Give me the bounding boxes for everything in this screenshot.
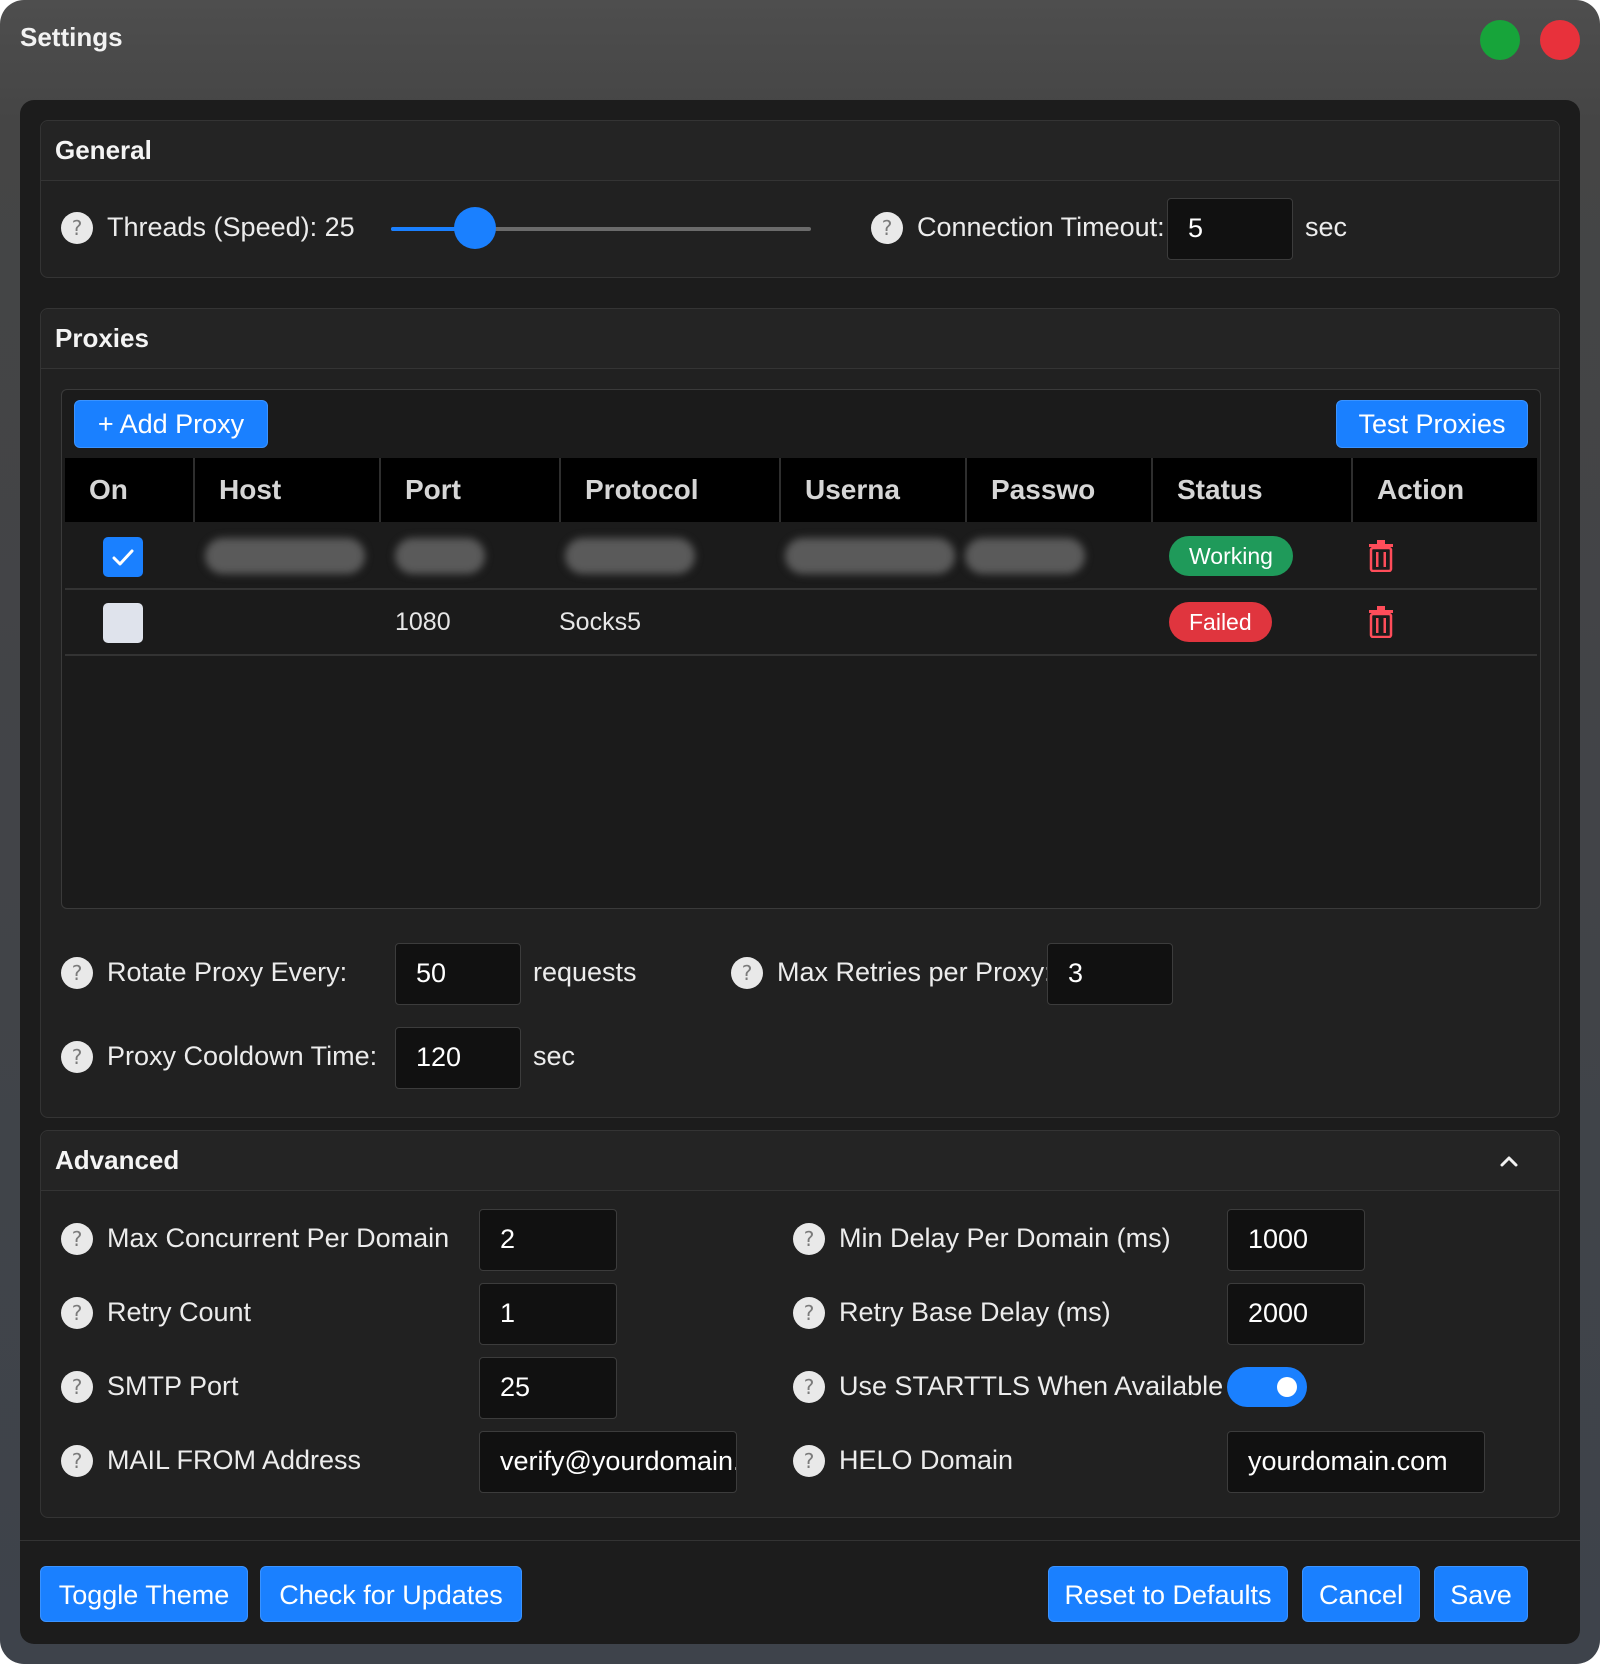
help-icon[interactable]: ? xyxy=(61,1297,93,1329)
column-header-status[interactable]: Status xyxy=(1153,458,1353,522)
proxy-enabled-checkbox[interactable] xyxy=(103,603,143,643)
threads-label: Threads (Speed): 25 xyxy=(107,212,355,242)
rotate-input[interactable]: 50 xyxy=(395,943,521,1005)
helo-label: HELO Domain xyxy=(839,1445,1014,1475)
trash-icon[interactable] xyxy=(1368,606,1394,638)
trash-icon[interactable] xyxy=(1368,540,1394,572)
proxy-enabled-checkbox[interactable] xyxy=(103,537,143,577)
max-retries-input[interactable]: 3 xyxy=(1047,943,1173,1005)
help-icon[interactable]: ? xyxy=(793,1223,825,1255)
max-concurrent-label: Max Concurrent Per Domain xyxy=(107,1223,450,1253)
max-retries-label: Max Retries per Proxy: xyxy=(777,957,1052,987)
add-proxy-button[interactable]: + Add Proxy xyxy=(74,400,268,448)
help-icon[interactable]: ? xyxy=(61,1371,93,1403)
column-header-on[interactable]: On xyxy=(65,458,195,522)
check-icon xyxy=(112,549,134,566)
redacted-host xyxy=(205,538,365,574)
status-badge: Failed xyxy=(1169,602,1272,642)
help-icon[interactable]: ? xyxy=(793,1445,825,1477)
help-icon[interactable]: ? xyxy=(61,212,93,244)
smtp-port-label: SMTP Port xyxy=(107,1371,239,1401)
help-icon[interactable]: ? xyxy=(61,1445,93,1477)
column-header-action[interactable]: Action xyxy=(1353,458,1537,522)
window-title: Settings xyxy=(20,22,123,52)
close-button[interactable] xyxy=(1540,20,1580,60)
column-header-host[interactable]: Host xyxy=(195,458,381,522)
general-title: General xyxy=(55,135,152,165)
mail-from-input[interactable]: verify@yourdomain.com xyxy=(479,1431,737,1493)
retry-base-label: Retry Base Delay (ms) xyxy=(839,1297,1111,1327)
help-icon[interactable]: ? xyxy=(731,957,763,989)
advanced-section: Advanced ? Max Concurrent Per Domain 2 ?… xyxy=(40,1130,1560,1518)
general-header: General xyxy=(41,121,1559,181)
max-concurrent-input[interactable]: 2 xyxy=(479,1209,617,1271)
timeout-unit: sec xyxy=(1305,212,1348,242)
help-icon[interactable]: ? xyxy=(61,1041,93,1073)
redacted-port xyxy=(395,538,485,574)
smtp-port-input[interactable]: 25 xyxy=(479,1357,617,1419)
retry-count-input[interactable]: 1 xyxy=(479,1283,617,1345)
advanced-header[interactable]: Advanced xyxy=(41,1131,1559,1191)
maximize-button[interactable] xyxy=(1480,20,1520,60)
timeout-input[interactable]: 5 xyxy=(1167,198,1293,260)
column-header-password[interactable]: Passwo xyxy=(967,458,1153,522)
settings-panel: General ? Threads (Speed): 25 ? Connecti… xyxy=(20,100,1580,1644)
settings-window: Settings General ? Threads (Speed): 25 ?… xyxy=(0,0,1600,1664)
proxy-protocol: Socks5 xyxy=(559,608,641,636)
toggle-theme-button[interactable]: Toggle Theme xyxy=(40,1566,248,1622)
status-badge: Working xyxy=(1169,536,1293,576)
cooldown-label: Proxy Cooldown Time: xyxy=(107,1041,378,1071)
help-icon[interactable]: ? xyxy=(793,1297,825,1329)
starttls-label: Use STARTTLS When Available xyxy=(839,1371,1224,1401)
cooldown-input[interactable]: 120 xyxy=(395,1027,521,1089)
threads-slider[interactable] xyxy=(391,207,811,249)
chevron-up-icon[interactable] xyxy=(1497,1151,1521,1171)
redacted-username xyxy=(785,538,955,574)
table-header: On Host Port Protocol Userna Passwo Stat… xyxy=(65,458,1537,522)
timeout-label: Connection Timeout: xyxy=(917,212,1165,242)
retry-base-input[interactable]: 2000 xyxy=(1227,1283,1365,1345)
rotate-unit: requests xyxy=(533,957,637,987)
redacted-password xyxy=(965,538,1085,574)
reset-defaults-button[interactable]: Reset to Defaults xyxy=(1048,1566,1288,1622)
proxies-section: Proxies + Add Proxy Test Proxies On Host… xyxy=(40,308,1560,1118)
help-icon[interactable]: ? xyxy=(61,957,93,989)
test-proxies-button[interactable]: Test Proxies xyxy=(1336,400,1528,448)
rotate-label: Rotate Proxy Every: xyxy=(107,957,348,987)
starttls-toggle[interactable] xyxy=(1227,1367,1307,1407)
help-icon[interactable]: ? xyxy=(871,212,903,244)
proxies-title: Proxies xyxy=(55,323,149,353)
threads-slider-thumb[interactable] xyxy=(454,207,496,249)
help-icon[interactable]: ? xyxy=(793,1371,825,1403)
advanced-title: Advanced xyxy=(55,1145,180,1175)
check-updates-button[interactable]: Check for Updates xyxy=(260,1566,522,1622)
footer-divider xyxy=(20,1540,1580,1541)
redacted-protocol xyxy=(565,538,695,574)
general-section: General ? Threads (Speed): 25 ? Connecti… xyxy=(40,120,1560,278)
min-delay-input[interactable]: 1000 xyxy=(1227,1209,1365,1271)
proxies-header: Proxies xyxy=(41,309,1559,369)
cooldown-unit: sec xyxy=(533,1041,576,1071)
table-row: 1080 Socks5 Failed xyxy=(65,590,1537,656)
retry-count-label: Retry Count xyxy=(107,1297,252,1327)
column-header-port[interactable]: Port xyxy=(381,458,561,522)
help-icon[interactable]: ? xyxy=(61,1223,93,1255)
save-button[interactable]: Save xyxy=(1434,1566,1528,1622)
mail-from-label: MAIL FROM Address xyxy=(107,1445,362,1475)
proxy-port: 1080 xyxy=(395,608,451,636)
column-header-protocol[interactable]: Protocol xyxy=(561,458,781,522)
column-header-username[interactable]: Userna xyxy=(781,458,967,522)
helo-input[interactable]: yourdomain.com xyxy=(1227,1431,1485,1493)
table-row: Working xyxy=(65,524,1537,590)
toggle-knob xyxy=(1277,1377,1297,1397)
cancel-button[interactable]: Cancel xyxy=(1302,1566,1420,1622)
min-delay-label: Min Delay Per Domain (ms) xyxy=(839,1223,1171,1253)
title-bar[interactable]: Settings xyxy=(0,0,1600,90)
proxy-table: + Add Proxy Test Proxies On Host Port Pr… xyxy=(61,389,1541,909)
